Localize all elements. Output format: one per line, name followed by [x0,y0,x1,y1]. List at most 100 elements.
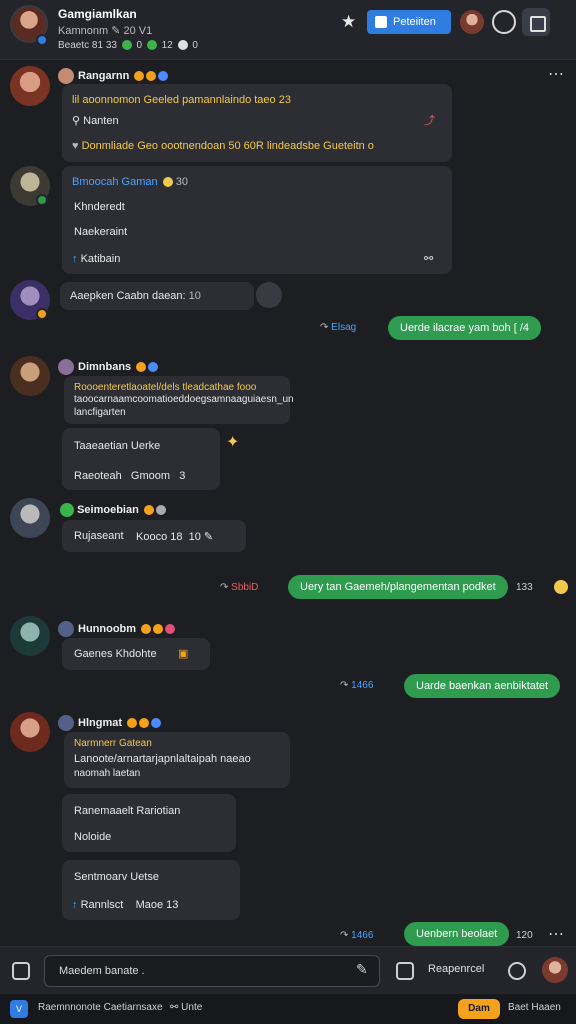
count-c: 0 [192,40,198,51]
link-icon[interactable]: ⤴ [424,112,435,128]
mini-avatar [58,359,74,375]
status-left: Raemnnonote Caetiarnsaxe [38,1002,163,1013]
status-right[interactable]: Baet Haaen [508,1002,561,1013]
primary-button-label: Peteiiten [393,16,436,28]
emoji-icon [139,718,150,728]
message-text: Aaepken Caabn daean: 10 [70,290,201,302]
emoji-icon [165,624,176,634]
refresh-icon[interactable] [492,10,516,34]
emoji-icon [141,624,152,634]
message-meta: ↷ 1466 [340,680,374,691]
message-text: lil aoonnomon Geeled pamannlaindo taeo 2… [72,94,291,106]
channel-meta-text: Beaetc 81 33 [58,40,117,51]
emoji-icon [127,718,138,728]
user-avatar[interactable] [542,957,568,983]
message-text: taoocarnaamcoomatioeddoegsamnaaguiaesn_u… [74,394,294,405]
message-text: Naekeraint [74,226,128,238]
message-text: Gaenes Khdohte [74,648,157,660]
attachment-card[interactable]: Taaeaetian Uerke Raeoteah Gmoom 3 [62,428,220,490]
status-badge[interactable]: Dam [458,999,500,1019]
message-input[interactable]: Maedem banate . [44,955,380,987]
message-text: Narmnerr Gatean [74,738,152,749]
online-icon [121,40,132,51]
sparkle-icon: ✦ [226,434,240,451]
attachment-card[interactable]: Sentmoarv Uetse ↑ Rannlsct Maoe 13 [62,860,240,920]
emoji-icon [151,718,162,728]
outgoing-bubble: Uarde baenkan aenbiktatet [404,674,561,698]
star-icon[interactable]: ★ [341,12,356,32]
mini-avatar [58,715,74,731]
sender-avatar[interactable] [10,66,50,106]
status-mid: ⚯ Unte [170,1002,203,1013]
status-icon [177,40,188,51]
sender-name[interactable]: Seimoebian [58,503,166,517]
primary-button[interactable]: Peteiiten [367,10,451,34]
more-icon[interactable]: ⋯ [548,64,565,84]
message-text: Lanoote/arnartarjapnlaltaipah naeao [74,753,251,765]
status-icon [36,308,48,320]
outgoing-bubble: Uery tan Gaemeh/plangementan podket [288,575,508,599]
message-text: Roooenteretlaoatel/dels tleadcathae fooo [74,382,257,393]
sender-avatar[interactable] [10,616,50,656]
image-icon[interactable] [396,962,414,980]
count-a: 0 [136,40,143,51]
link-icon[interactable]: ⚯ [424,252,433,265]
sender-name[interactable]: Hlngmat [58,715,162,731]
pencil-icon[interactable]: ✎ [356,961,368,978]
calendar-icon[interactable] [522,8,550,36]
record-icon[interactable] [508,962,526,980]
count-b: 12 [161,40,173,51]
message-bubble: Aaepken Caabn daean: 10 [60,282,254,310]
message-bubble: Narmnerr Gatean Lanoote/arnartarjapnlalt… [64,732,290,788]
sender-name[interactable]: Hunnoobm [58,621,176,637]
message-text: Rujaseant [74,530,124,542]
sender-avatar[interactable] [10,498,50,538]
message-status: 133 [516,582,533,593]
channel-subtitle: Kamnonm ✎ 20 V1 [58,25,153,37]
message-header: Bmoocah Gaman 30 [72,176,188,188]
emoji-icon [143,505,154,515]
reaction-icon[interactable] [256,282,282,308]
message-status: 120 [516,930,533,941]
user-avatar[interactable] [460,10,484,34]
sender-avatar[interactable] [10,712,50,752]
outgoing-bubble: Uerde ilacrae yam boh [ /4 [388,316,542,340]
card-title: Taaeaetian Uerke [74,440,161,452]
edit-icon [375,16,387,28]
smile-icon [554,580,568,594]
message-text: lancfigarten [74,407,126,418]
channel-title: Gamgiamlkan [58,7,137,21]
message-bubble: Gaenes Khdohte ▣ [62,638,210,670]
sender-name[interactable]: Rangarnn [58,68,169,84]
app-icon[interactable]: V [10,1000,28,1018]
message-meta: ↷ 1466 [340,930,374,941]
online-icon-2 [146,40,157,51]
attachment-card[interactable]: Ranemaaelt Rariotian Noloide [62,794,236,852]
channel-header: Gamgiamlkan Kamnonm ✎ 20 V1 Beaetc 81 33… [0,0,576,60]
message-meta: ↷ SbbiD [220,582,259,593]
message-text: ↑ Katibain [72,253,121,265]
composer: Maedem banate . ✎ Reapenrcel [0,946,576,994]
sender-avatar[interactable] [10,356,50,396]
mini-avatar [58,68,74,84]
online-icon [36,194,48,206]
message-bubble: Roooenteretlaoatel/dels tleadcathae fooo… [64,376,294,424]
mini-avatar [58,621,74,637]
card-title: Ranemaaelt Rariotian [74,805,181,817]
emoji-icon [146,71,157,81]
message-bubble: Rujaseant Kooco 18 10 ✎ [62,520,246,552]
clover-icon [60,503,74,517]
camera-icon[interactable] [12,962,30,980]
send-button[interactable]: Reapenrcel [428,963,484,975]
sender-name[interactable]: Dimnbans [58,359,159,375]
message-bubble: Bmoocah Gaman 30 Khnderedt Naekeraint ↑ … [62,166,452,274]
verified-icon [36,34,48,46]
emoji-icon [162,177,173,188]
card-text: Raeoteah Gmoom 3 [74,470,186,482]
message-text: Khnderedt [74,201,125,213]
more-icon[interactable]: ⋯ [548,924,565,944]
status-bar: V Raemnnonote Caetiarnsaxe ⚯ Unte Dam Ba… [0,994,576,1024]
card-text: Noloide [74,831,112,843]
emoji-icon [155,505,166,515]
emoji-icon [153,624,164,634]
